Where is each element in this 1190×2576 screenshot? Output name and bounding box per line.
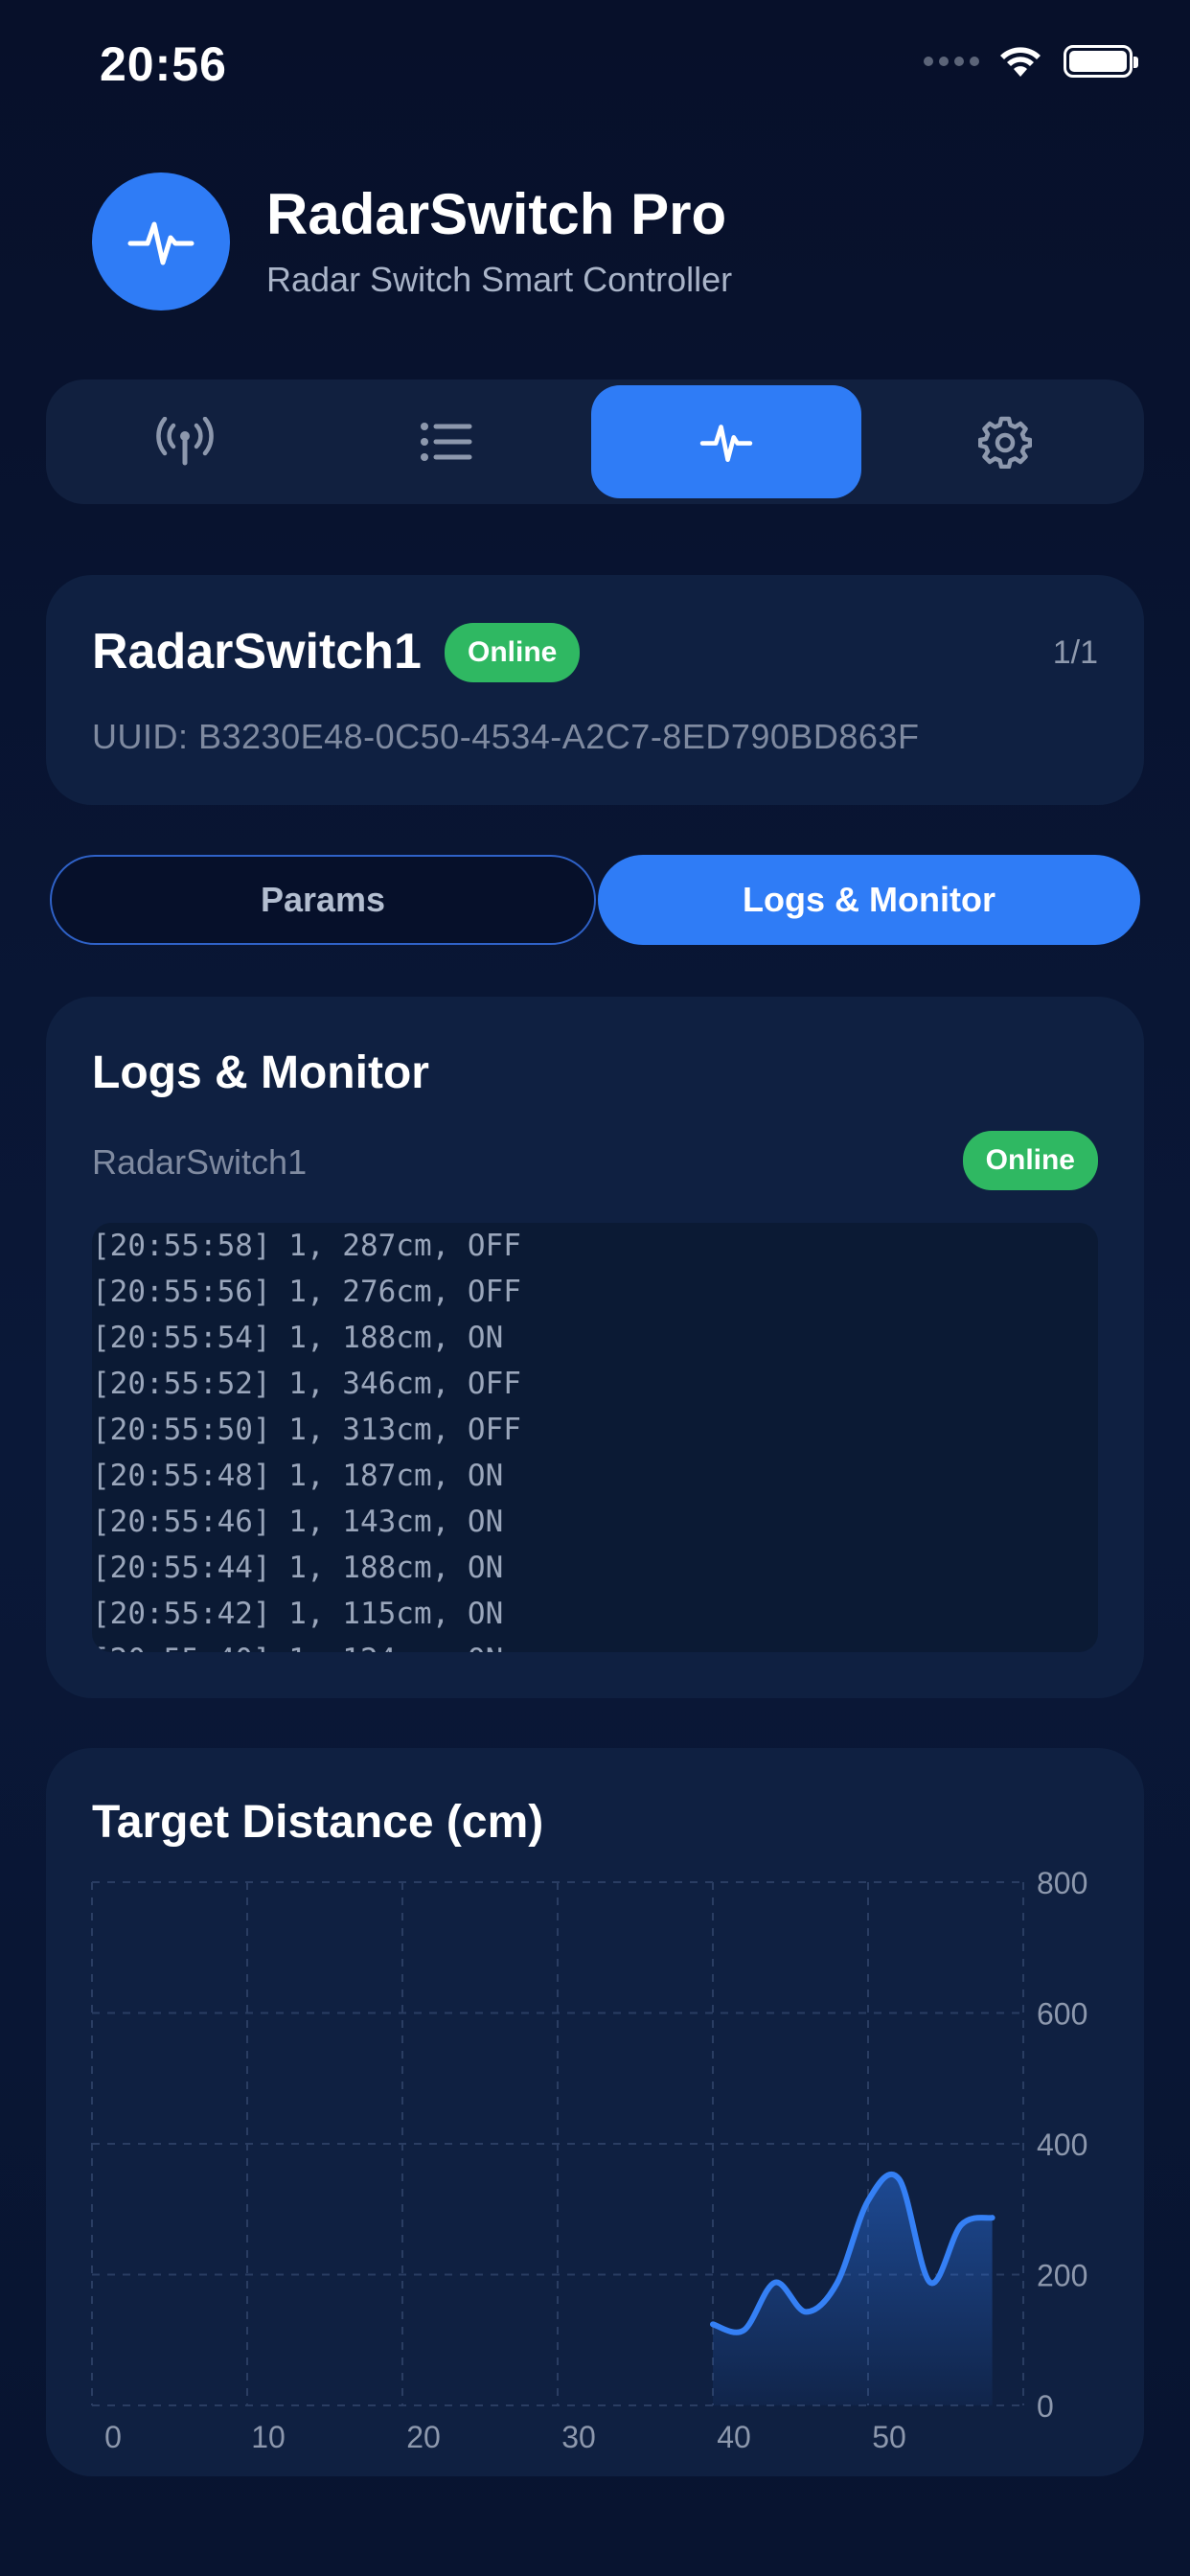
status-badge: Online — [962, 1131, 1098, 1190]
cellular-signal-icon — [924, 57, 979, 66]
x-tick-label: 0 — [104, 2420, 122, 2454]
view-segmented-control: Params Logs & Monitor — [50, 855, 1140, 945]
log-line: [20:55:42] 1, 115cm, ON — [92, 1597, 504, 1631]
logs-card: Logs & Monitor RadarSwitch1 Online [20:5… — [46, 997, 1144, 1698]
status-indicators — [924, 44, 1138, 79]
pulse-icon — [699, 425, 752, 462]
app-subtitle: Radar Switch Smart Controller — [266, 260, 733, 299]
log-line: [20:55:56] 1, 276cm, OFF — [92, 1275, 521, 1309]
x-tick-label: 10 — [251, 2420, 286, 2454]
status-bar: 20:56 — [0, 0, 1190, 125]
battery-icon — [1064, 45, 1138, 78]
status-badge: Online — [445, 623, 581, 682]
y-tick-label: 800 — [1037, 1866, 1087, 1900]
x-tick-label: 20 — [406, 2420, 441, 2454]
log-line: [20:55:44] 1, 188cm, ON — [92, 1551, 504, 1585]
gear-icon — [978, 416, 1033, 469]
chart-area-fill — [713, 2174, 993, 2405]
y-tick-label: 200 — [1037, 2259, 1087, 2293]
x-tick-label: 30 — [561, 2420, 596, 2454]
x-tick-label: 40 — [717, 2420, 751, 2454]
y-tick-label: 400 — [1037, 2128, 1087, 2162]
logs-monitor-tab-button[interactable]: Logs & Monitor — [598, 855, 1140, 945]
y-tick-label: 0 — [1037, 2389, 1054, 2424]
log-scroll-area[interactable]: [20:55:58] 1, 287cm, OFF [20:55:56] 1, 2… — [92, 1223, 1098, 1652]
device-card[interactable]: RadarSwitch1 Online 1/1 UUID: B3230E48-0… — [46, 575, 1144, 805]
params-tab-button[interactable]: Params — [50, 855, 596, 945]
app-header: RadarSwitch Pro Radar Switch Smart Contr… — [92, 172, 732, 310]
log-line: [20:55:58] 1, 287cm, OFF — [92, 1229, 521, 1263]
log-line: [20:55:46] 1, 143cm, ON — [92, 1505, 504, 1539]
device-uuid: UUID: B3230E48-0C50-4534-A2C7-8ED790BD86… — [92, 717, 920, 756]
logs-device-name: RadarSwitch1 — [92, 1142, 308, 1182]
device-count: 1/1 — [1052, 634, 1098, 671]
distance-chart-card: 0 200 400 600 800 0 10 20 30 40 50 Target Distance… — [46, 1748, 1144, 2476]
distance-chart: 0 200 400 600 800 0 10 20 30 40 50 — [91, 1866, 1087, 2454]
wifi-icon — [1000, 47, 1041, 77]
pulse-icon — [127, 221, 195, 265]
log-line: [20:55:50] 1, 313cm, OFF — [92, 1413, 521, 1447]
log-line: [20:55:48] 1, 187cm, ON — [92, 1459, 504, 1493]
tab-settings[interactable] — [875, 385, 1136, 498]
tab-list[interactable] — [315, 385, 577, 498]
app-title: RadarSwitch Pro — [266, 182, 727, 246]
list-icon — [420, 423, 472, 461]
logs-title: Logs & Monitor — [92, 1047, 429, 1098]
app-logo — [92, 172, 230, 310]
antenna-icon — [155, 417, 214, 466]
log-line: [20:55:54] 1, 188cm, ON — [92, 1321, 504, 1355]
y-tick-label: 600 — [1037, 1997, 1087, 2032]
main-tab-bar — [46, 380, 1144, 504]
tab-monitor[interactable] — [590, 385, 861, 498]
x-tick-label: 50 — [872, 2420, 906, 2454]
log-line: [20:55:52] 1, 346cm, OFF — [92, 1367, 521, 1401]
status-time: 20:56 — [100, 37, 227, 91]
chart-title: Target Distance (cm) — [92, 1797, 544, 1848]
device-name: RadarSwitch1 — [92, 624, 422, 679]
tab-scan[interactable] — [54, 385, 315, 498]
log-line: [20:55:40] 1, 124cm, ON — [92, 1637, 1098, 1652]
